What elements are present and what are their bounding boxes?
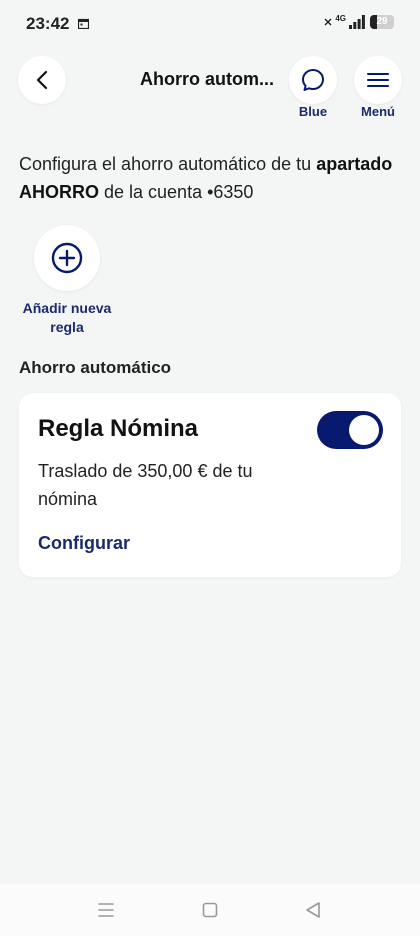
menu-label[interactable]: Menú — [352, 104, 404, 119]
home-icon[interactable] — [200, 900, 220, 920]
chat-bubble-icon — [302, 69, 324, 91]
hamburger-menu-icon — [367, 73, 389, 87]
rule-name: Regla Nómina — [38, 415, 199, 442]
plus-circle-icon — [51, 242, 83, 274]
battery-icon: 29 — [370, 15, 394, 29]
rule-card: Regla Nómina Traslado de 350,00 € de tu … — [19, 393, 401, 577]
section-title: Ahorro automático — [19, 358, 172, 377]
rule-toggle[interactable] — [317, 411, 383, 449]
add-rule-button[interactable] — [34, 225, 100, 291]
add-rule-label[interactable]: Añadir nueva regla — [16, 299, 118, 337]
toggle-knob — [349, 415, 379, 445]
chat-button[interactable] — [289, 56, 337, 104]
menu-button[interactable] — [354, 56, 402, 104]
status-bar: 23:42 4G 29 — [0, 0, 420, 46]
intro-suffix: de la cuenta •6350 — [99, 182, 254, 202]
chat-label[interactable]: Blue — [289, 104, 337, 119]
calendar-icon — [78, 18, 89, 29]
configure-link[interactable]: Configurar — [38, 533, 130, 554]
page-title: Ahorro autom... — [140, 69, 274, 89]
system-nav-bar — [0, 884, 420, 936]
network-type: 4G — [335, 14, 346, 23]
rule-description: Traslado de 350,00 € de tu nómina — [38, 461, 253, 509]
battery-level: 29 — [376, 16, 388, 27]
back-nav-icon[interactable] — [303, 900, 323, 920]
chevron-left-icon — [36, 70, 48, 90]
intro-text: Configura el ahorro automático de tu apa… — [19, 150, 404, 206]
recent-apps-icon[interactable] — [96, 900, 116, 920]
back-button[interactable] — [18, 56, 66, 104]
intro-prefix: Configura el ahorro automático de tu — [19, 154, 317, 174]
status-icons: 4G 29 — [324, 15, 394, 29]
mute-icon — [324, 18, 332, 26]
status-time: 23:42 — [26, 14, 70, 33]
signal-icon — [349, 15, 365, 29]
